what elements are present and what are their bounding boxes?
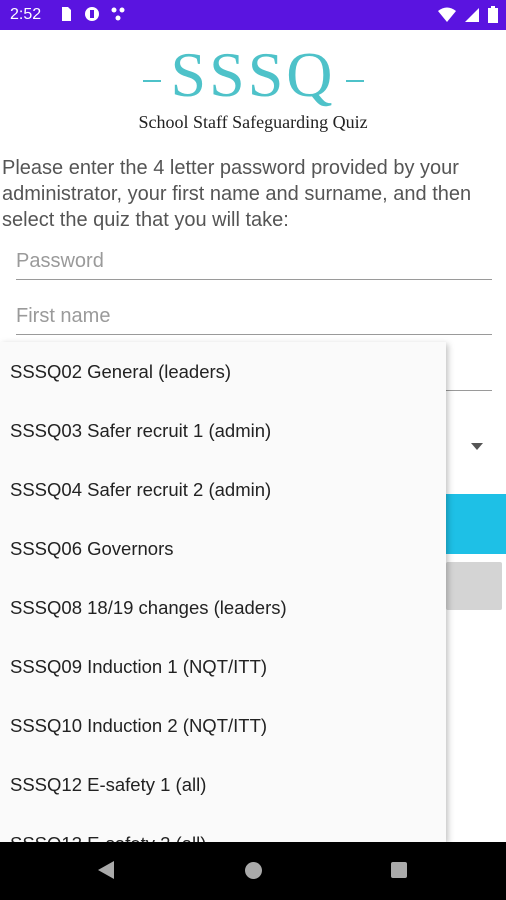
dropdown-item[interactable]: SSSQ08 18/19 changes (leaders) (10, 593, 287, 623)
status-time: 2:52 (10, 6, 42, 23)
password-input[interactable] (16, 250, 492, 273)
recents-icon[interactable] (391, 862, 407, 878)
status-notification-icons (58, 6, 126, 22)
instructions-text: Please enter the 4 letter password provi… (0, 155, 506, 237)
app-notification-icon (85, 7, 99, 21)
status-system-icons (438, 6, 498, 23)
dropdown-item[interactable]: SSSQ06 Governors (10, 534, 174, 564)
status-bar: 2:52 (0, 0, 506, 30)
logo-title: SSSQ (170, 39, 336, 110)
dropdown-item[interactable]: SSSQ12 E-safety 1 (all) (10, 770, 206, 800)
signal-icon (465, 7, 479, 22)
first-name-field[interactable] (16, 305, 492, 335)
start-quiz-button[interactable] (446, 494, 506, 554)
first-name-input[interactable] (16, 305, 492, 328)
dropdown-item[interactable]: SSSQ09 Induction 1 (NQT/ITT) (10, 652, 267, 682)
wifi-icon (438, 7, 456, 22)
sd-card-icon (62, 7, 71, 21)
dropdown-arrow-icon[interactable] (471, 443, 483, 450)
secondary-button[interactable] (446, 562, 502, 610)
logo-title-row: SSSQ (0, 40, 506, 110)
quiz-dropdown-list[interactable]: SSSQ02 General (leaders) SSSQ03 Safer re… (0, 342, 446, 842)
logo-subtitle: School Staff Safeguarding Quiz (138, 112, 368, 132)
surname-field-underline[interactable] (446, 390, 492, 391)
home-icon[interactable] (245, 862, 262, 879)
dropdown-item[interactable]: SSSQ03 Safer recruit 1 (admin) (10, 416, 271, 446)
battery-icon (488, 6, 498, 23)
app-logo: SSSQ School Staff Safeguarding Quiz (0, 30, 506, 148)
password-field[interactable] (16, 250, 492, 280)
dropdown-item[interactable]: SSSQ02 General (leaders) (10, 357, 231, 387)
dropdown-item[interactable]: SSSQ13 E-safety 2 (all) (10, 829, 206, 842)
dropdown-item[interactable]: SSSQ04 Safer recruit 2 (admin) (10, 475, 271, 505)
back-icon[interactable] (98, 861, 114, 879)
logo-dash-right (345, 80, 364, 83)
logo-dash-left (142, 80, 161, 83)
sync-icon (111, 7, 125, 21)
dropdown-item[interactable]: SSSQ10 Induction 2 (NQT/ITT) (10, 711, 267, 741)
